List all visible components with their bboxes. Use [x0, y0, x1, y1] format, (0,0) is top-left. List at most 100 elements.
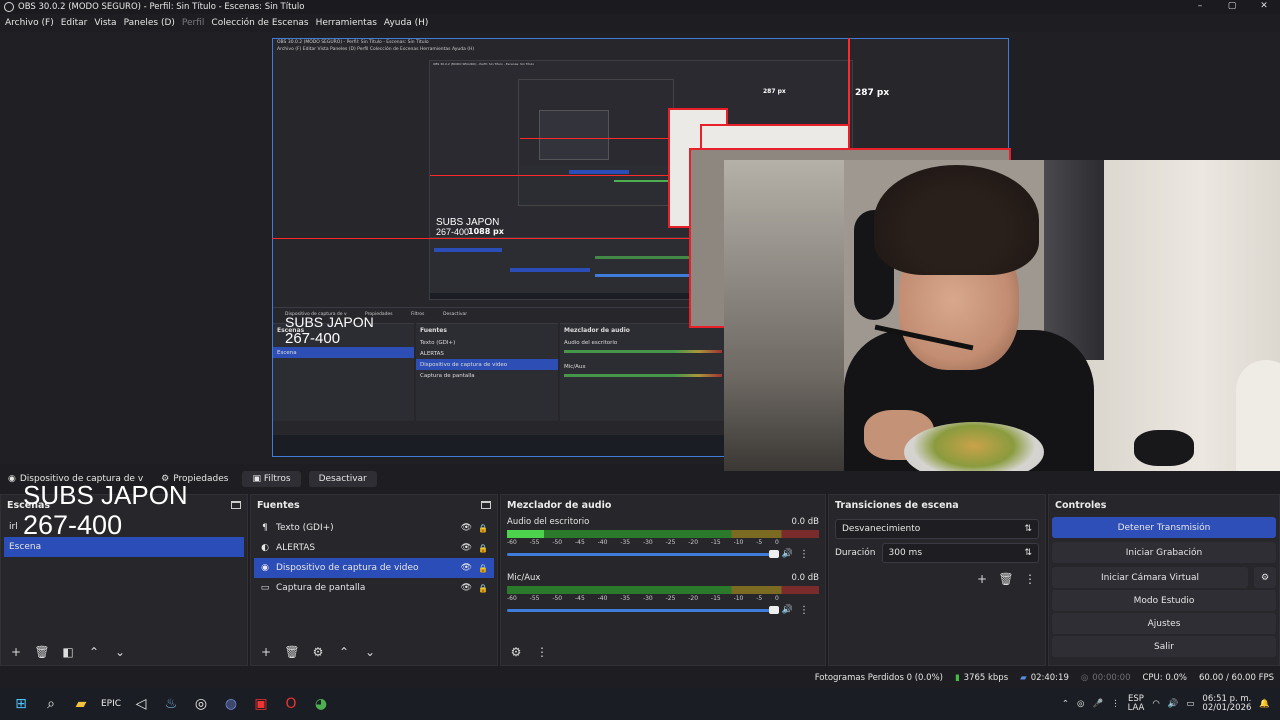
remove-scene-icon[interactable]: 🗑 [31, 642, 53, 662]
source-item-video-capture[interactable]: ◉ Dispositivo de captura de video 👁 🔒 [254, 558, 494, 578]
menu-editar[interactable]: Editar [61, 18, 88, 28]
tray-menu-icon[interactable]: ⋮ [1111, 699, 1120, 709]
notification-bell-icon[interactable]: 🔔 [1259, 699, 1270, 709]
channel-name: Audio del escritorio [507, 517, 590, 527]
slider-thumb[interactable] [769, 606, 779, 614]
chevron-up-icon[interactable]: ⌃ [1062, 699, 1069, 709]
battery-icon[interactable]: ▭ [1186, 699, 1194, 709]
add-scene-icon[interactable]: + [5, 642, 27, 662]
lock-icon[interactable]: 🔒 [478, 544, 488, 553]
nested-filters-label: Filtros [411, 312, 425, 317]
advanced-audio-icon[interactable]: ⚙ [505, 642, 527, 662]
lock-icon[interactable]: 🔒 [478, 564, 488, 573]
slider-thumb[interactable] [769, 550, 779, 558]
speaker-icon[interactable]: 🔊 [782, 605, 793, 615]
close-icon[interactable]: ✕ [1248, 0, 1280, 14]
webcam-background [724, 160, 844, 471]
webcam-source[interactable] [724, 160, 1280, 471]
more-options-icon[interactable]: ⋮ [799, 549, 809, 560]
eye-icon[interactable]: 👁 [461, 523, 472, 533]
eye-icon[interactable]: 👁 [461, 563, 472, 573]
add-transition-icon[interactable]: + [971, 569, 993, 589]
move-up-icon[interactable]: ⌃ [333, 642, 355, 662]
camera-icon: ◉ [261, 563, 269, 573]
studio-mode-button[interactable]: Modo Estudio [1052, 590, 1276, 611]
source-item-text[interactable]: ¶ Texto (GDI+) 👁 🔒 [254, 518, 494, 538]
lock-icon[interactable]: 🔒 [478, 524, 488, 533]
move-down-icon[interactable]: ⌄ [109, 642, 131, 662]
menu-vista[interactable]: Vista [94, 18, 116, 28]
scene-filters-icon[interactable]: ◧ [57, 642, 79, 662]
exit-button[interactable]: Salir [1052, 636, 1276, 657]
virtual-cam-settings-icon[interactable]: ⚙ [1254, 567, 1276, 588]
file-explorer-icon[interactable]: ▰ [66, 689, 96, 719]
webcam-lamp [1236, 360, 1280, 471]
duration-spinbox[interactable]: 300 ms ⇅ [881, 543, 1039, 563]
undock-icon[interactable] [481, 501, 491, 509]
opera-icon[interactable]: O [276, 689, 306, 719]
menu-ayuda[interactable]: Ayuda (H) [384, 18, 428, 28]
window-controls: – ▢ ✕ [1184, 0, 1280, 14]
volume-slider[interactable]: 🔊 ⋮ [507, 547, 819, 561]
mixer-header: Mezclador de audio [501, 495, 825, 515]
settings-button[interactable]: Ajustes [1052, 613, 1276, 634]
windows-start-icon[interactable]: ⊞ [6, 689, 36, 719]
menu-paneles[interactable]: Paneles (D) [124, 18, 175, 28]
channel-db: 0.0 dB [791, 573, 819, 583]
filters-button[interactable]: ▣ Filtros [242, 470, 301, 487]
transition-select[interactable]: Desvanecimiento ⇅ [835, 519, 1039, 539]
nested-mic: Mic/Aux [564, 363, 586, 370]
transition-menu-icon[interactable]: ⋮ [1019, 569, 1041, 589]
menu-archivo[interactable]: Archivo (F) [5, 18, 54, 28]
volume-icon[interactable]: 🔊 [1168, 699, 1179, 709]
language-indicator[interactable]: ESP LAA [1128, 694, 1145, 714]
obs-tray-icon[interactable]: ◎ [1077, 699, 1084, 709]
steam-icon[interactable]: ♨ [156, 689, 186, 719]
scenes-toolbar: + 🗑 ◧ ⌃ ⌄ [1, 639, 247, 665]
scene-item-escena[interactable]: Escena [4, 537, 244, 557]
nested-scene-sel-2 [434, 248, 502, 252]
wifi-icon[interactable]: ◠ [1152, 699, 1159, 709]
bounding-line-v [848, 38, 850, 126]
maximize-icon[interactable]: ▢ [1216, 0, 1248, 14]
obs-taskbar-icon[interactable]: ◎ [186, 689, 216, 719]
deactivate-button[interactable]: Desactivar [308, 470, 377, 487]
eye-icon[interactable]: 👁 [461, 543, 472, 553]
audio-mixer-dock: Mezclador de audio Audio del escritorio … [500, 494, 826, 666]
discord-icon[interactable]: ◍ [216, 689, 246, 719]
source-item-screen-capture[interactable]: ▭ Captura de pantalla 👁 🔒 [254, 578, 494, 598]
stop-stream-button[interactable]: Detener Transmisión [1052, 517, 1276, 538]
start-recording-button[interactable]: Iniciar Grabación [1052, 542, 1276, 563]
mixer-menu-icon[interactable]: ⋮ [531, 642, 553, 662]
source-item-alertas[interactable]: ◐ ALERTAS 👁 🔒 [254, 538, 494, 558]
volume-slider[interactable]: 🔊 ⋮ [507, 603, 819, 617]
speaker-icon[interactable]: 🔊 [782, 549, 793, 559]
lock-icon[interactable]: 🔒 [478, 584, 488, 593]
sources-toolbar: + 🗑 ⚙ ⌃ ⌄ [251, 639, 497, 665]
microphone-icon[interactable]: 🎤 [1092, 699, 1103, 709]
remove-source-icon[interactable]: 🗑 [281, 642, 303, 662]
duration-label: Duración [835, 548, 876, 558]
bounding-line-h2 [430, 175, 690, 176]
search-icon[interactable]: ⌕ [36, 689, 66, 719]
epic-games-icon[interactable]: EPIC [96, 689, 126, 719]
add-source-icon[interactable]: + [255, 642, 277, 662]
spinner-icon[interactable]: ⇅ [1024, 548, 1032, 558]
webcam-mouse [1134, 430, 1194, 466]
more-options-icon[interactable]: ⋮ [799, 605, 809, 616]
start-virtual-cam-button[interactable]: Iniciar Cámara Virtual [1052, 567, 1248, 588]
move-down-icon[interactable]: ⌄ [359, 642, 381, 662]
clock[interactable]: 06:51 p. m. 02/01/2026 [1202, 694, 1251, 714]
move-up-icon[interactable]: ⌃ [83, 642, 105, 662]
eye-icon[interactable]: 👁 [461, 583, 472, 593]
anydesk-icon[interactable]: ▣ [246, 689, 276, 719]
menu-coleccion[interactable]: Colección de Escenas [211, 18, 308, 28]
undock-icon[interactable] [231, 501, 241, 509]
menu-herramientas[interactable]: Herramientas [316, 18, 377, 28]
remove-transition-icon[interactable]: 🗑 [995, 569, 1017, 589]
chrome-icon[interactable]: ◕ [306, 689, 336, 719]
capcut-icon[interactable]: ◁ [126, 689, 156, 719]
menu-bar: Archivo (F) Editar Vista Paneles (D) Per… [0, 14, 1280, 32]
source-settings-icon[interactable]: ⚙ [307, 642, 329, 662]
minimize-icon[interactable]: – [1184, 0, 1216, 14]
